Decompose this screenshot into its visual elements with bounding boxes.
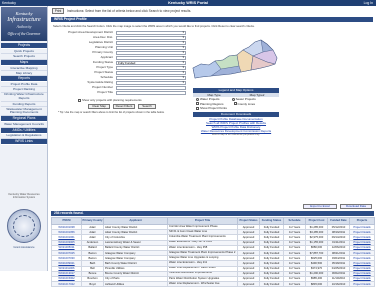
table-body: WX21001038 Adair Adair County Water Distri… — [51, 223, 375, 287]
reset-filters-button[interactable]: Reset Filters — [113, 104, 135, 109]
page-title: WRIS Project Profile — [51, 17, 373, 22]
agency-logo[interactable]: Kentucky Infrastructure Authority Office… — [1, 7, 47, 41]
form-select[interactable] — [116, 55, 186, 60]
top-bar: Kentucky Kentucky WRIS Portal Log In — [0, 0, 376, 6]
state-seal-inner — [13, 215, 35, 237]
form-buttons: Clear Map Reset Filters Search — [88, 104, 198, 110]
toolbar-message: Instructions: Select from the list of cr… — [67, 9, 192, 13]
form-select[interactable] — [116, 35, 186, 40]
water-projects-radio[interactable] — [196, 97, 199, 101]
sidebar-nav-item[interactable]: Drinking Water Infrastructure Reports — [1, 93, 47, 102]
print-button[interactable]: Print — [52, 8, 64, 14]
form-select[interactable] — [116, 80, 186, 85]
form-row: Project Title — [53, 90, 188, 95]
project-number-link[interactable]: WX21017022 — [51, 281, 82, 287]
planning-checkbox[interactable] — [78, 98, 81, 102]
project-details-link[interactable]: Project Details — [349, 281, 375, 287]
logo-line-1: Kentucky — [15, 11, 33, 16]
water-projects-label: Water Projects — [200, 97, 220, 102]
column-header[interactable]: Primary County — [81, 217, 104, 225]
map-note: WRIS map is for reference purposes only. — [212, 133, 260, 137]
tip-note: * Tip: Use the map or search filters abo… — [58, 111, 165, 114]
sidebar-nav: Projects Quick Projects Search Projects Map… — [1, 43, 47, 146]
sidebar-nav-item[interactable]: Wastewater Management Planning Documents — [1, 107, 47, 117]
table-cell: 10/16/2010 — [327, 281, 350, 287]
logo-line-3: Authority — [16, 24, 32, 29]
form-select[interactable] — [116, 45, 186, 50]
sidebar-footer-link[interactable]: Grant Assistance — [2, 245, 46, 249]
project-points-checkbox[interactable] — [196, 107, 199, 111]
table-cell: $845,000 — [305, 281, 328, 287]
county-lines-checkbox[interactable] — [233, 102, 237, 106]
legend-panel: Legend and Map Options Map Type Map Type… — [193, 88, 279, 138]
search-button[interactable]: Search — [138, 104, 156, 109]
project-points-label: Show Project Points — [200, 106, 227, 111]
sidebar-section-header[interactable]: WRIS Links — [1, 139, 47, 146]
form-select[interactable] — [116, 70, 186, 75]
export-excel-button[interactable]: Export to Excel — [303, 204, 337, 209]
login-link[interactable]: Log In — [364, 1, 373, 5]
column-header[interactable]: Funding Status — [259, 217, 284, 225]
project-details-link[interactable]: Project Details — [349, 249, 375, 257]
form-select[interactable] — [116, 65, 186, 70]
table-cell: Fully Funded — [259, 281, 284, 287]
column-header[interactable]: PNUM — [51, 217, 82, 225]
logo-line-4: Office of the Governor — [7, 32, 41, 36]
table-cell: Ashland Utilities — [103, 281, 168, 287]
planning-regions-label: Planning Regions — [200, 101, 224, 106]
results-table: PNUM Primary County Applicant Project Title… — [51, 217, 375, 287]
table-cell: Boyd — [81, 281, 104, 287]
column-header[interactable]: Project Cost — [305, 217, 328, 225]
logo-line-2: Infrastructure — [7, 17, 41, 23]
planning-regions-checkbox[interactable] — [196, 102, 199, 106]
form-select[interactable] — [116, 50, 186, 55]
table-row[interactable]: WX21017022 Boyd Ashland Utilities Water Lin… — [51, 281, 375, 287]
download-data-button[interactable]: Download Data — [340, 204, 372, 209]
table-cell: 0-2 Years — [283, 281, 306, 287]
portal-title: Kentucky WRIS Portal — [168, 1, 208, 5]
form-label: Project Title — [97, 90, 113, 94]
form-select[interactable] — [116, 30, 186, 35]
planning-checkbox-label: Show only projects with planning require… — [82, 98, 142, 102]
legend-row-3: Show Project Points — [193, 106, 279, 111]
clear-map-button[interactable]: Clear Map — [88, 104, 110, 109]
table-cell: Approved — [237, 281, 260, 287]
form-select[interactable]: Fully Funded — [116, 60, 186, 65]
column-header[interactable]: Schedule — [283, 217, 306, 225]
sewer-projects-radio[interactable] — [231, 97, 235, 101]
form-select[interactable] — [116, 40, 186, 45]
table-header-row: PNUM Primary County Applicant Project Title… — [51, 217, 375, 225]
table-cell: Water Line Replacement - Winchester Ave — [167, 281, 238, 287]
toolbar: Print Instructions: Select from the list… — [52, 8, 372, 14]
results-count: 254 records found. — [51, 211, 374, 216]
planning-checkbox-row[interactable]: Show only projects with planning require… — [75, 98, 142, 102]
sidebar: Kentucky Infrastructure Authority Office… — [0, 6, 48, 271]
county-lines-label: County Lines — [237, 101, 256, 106]
map-regions[interactable] — [192, 39, 278, 79]
kentucky-map[interactable] — [191, 28, 279, 90]
column-header[interactable]: Funded Date — [327, 217, 350, 225]
form-input[interactable] — [116, 85, 186, 90]
sewer-projects-label: Sewer Projects — [235, 97, 256, 102]
column-header[interactable]: Projects — [349, 217, 375, 225]
project-details-link[interactable]: Project Details — [349, 223, 375, 231]
column-header[interactable]: Project Title — [167, 217, 238, 225]
form-select[interactable] — [116, 75, 186, 80]
sidebar-description: Kentucky Water Resources Information Sys… — [8, 193, 40, 200]
column-header[interactable]: Applicant — [103, 217, 168, 225]
column-header[interactable]: Project Status — [237, 217, 260, 225]
form-input[interactable] — [116, 90, 186, 95]
